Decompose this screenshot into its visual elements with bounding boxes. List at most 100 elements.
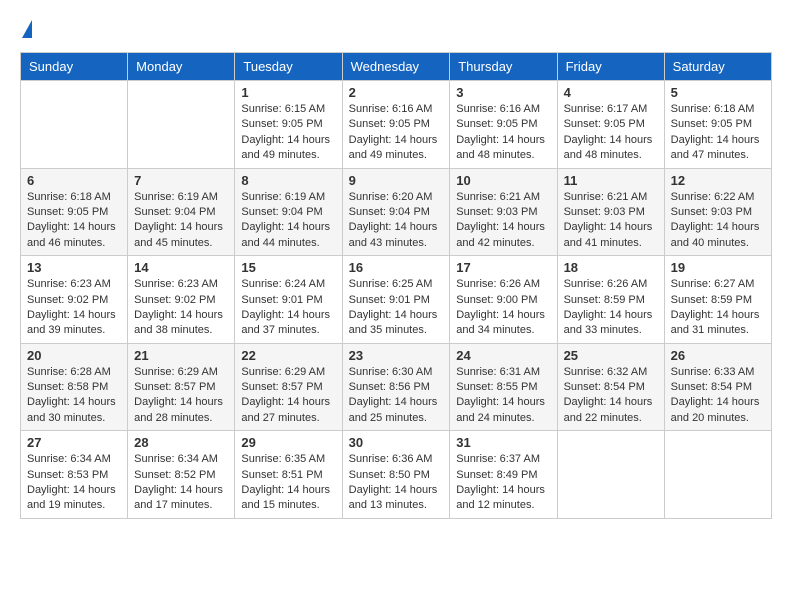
day-info: Sunrise: 6:34 AM Sunset: 8:53 PM Dayligh… — [27, 452, 121, 514]
header-friday: Friday — [557, 53, 664, 81]
calendar-cell: 20 Sunrise: 6:28 AM Sunset: 8:58 PM Dayli… — [21, 343, 128, 431]
day-info: Sunrise: 6:30 AM Sunset: 8:56 PM Dayligh… — [349, 365, 444, 427]
day-number: 19 — [671, 260, 765, 275]
week-row-4: 20 Sunrise: 6:28 AM Sunset: 8:58 PM Dayli… — [21, 343, 772, 431]
header-monday: Monday — [128, 53, 235, 81]
calendar-cell: 11 Sunrise: 6:21 AM Sunset: 9:03 PM Dayli… — [557, 168, 664, 256]
day-number: 30 — [349, 435, 444, 450]
day-number: 2 — [349, 85, 444, 100]
day-number: 3 — [456, 85, 550, 100]
day-number: 20 — [27, 348, 121, 363]
day-number: 24 — [456, 348, 550, 363]
header-row: SundayMondayTuesdayWednesdayThursdayFrid… — [21, 53, 772, 81]
day-info: Sunrise: 6:36 AM Sunset: 8:50 PM Dayligh… — [349, 452, 444, 514]
day-number: 5 — [671, 85, 765, 100]
logo — [20, 20, 32, 42]
day-info: Sunrise: 6:31 AM Sunset: 8:55 PM Dayligh… — [456, 365, 550, 427]
calendar-table: SundayMondayTuesdayWednesdayThursdayFrid… — [20, 52, 772, 519]
page-header — [20, 20, 772, 42]
calendar-cell: 8 Sunrise: 6:19 AM Sunset: 9:04 PM Daylig… — [235, 168, 342, 256]
calendar-cell: 10 Sunrise: 6:21 AM Sunset: 9:03 PM Dayli… — [450, 168, 557, 256]
day-info: Sunrise: 6:24 AM Sunset: 9:01 PM Dayligh… — [241, 277, 335, 339]
day-info: Sunrise: 6:18 AM Sunset: 9:05 PM Dayligh… — [671, 102, 765, 164]
day-number: 12 — [671, 173, 765, 188]
calendar-cell: 5 Sunrise: 6:18 AM Sunset: 9:05 PM Daylig… — [664, 81, 771, 169]
day-info: Sunrise: 6:29 AM Sunset: 8:57 PM Dayligh… — [241, 365, 335, 427]
day-info: Sunrise: 6:19 AM Sunset: 9:04 PM Dayligh… — [241, 190, 335, 252]
day-info: Sunrise: 6:23 AM Sunset: 9:02 PM Dayligh… — [134, 277, 228, 339]
day-number: 8 — [241, 173, 335, 188]
day-number: 22 — [241, 348, 335, 363]
calendar-cell: 1 Sunrise: 6:15 AM Sunset: 9:05 PM Daylig… — [235, 81, 342, 169]
header-sunday: Sunday — [21, 53, 128, 81]
calendar-cell: 25 Sunrise: 6:32 AM Sunset: 8:54 PM Dayli… — [557, 343, 664, 431]
calendar-cell: 7Sunrise: 6:19 AM Sunset: 9:04 PM Daylig… — [128, 168, 235, 256]
calendar-cell: 21Sunrise: 6:29 AM Sunset: 8:57 PM Dayli… — [128, 343, 235, 431]
calendar-cell: 17 Sunrise: 6:26 AM Sunset: 9:00 PM Dayli… — [450, 256, 557, 344]
day-number: 18 — [564, 260, 658, 275]
week-row-1: 1 Sunrise: 6:15 AM Sunset: 9:05 PM Daylig… — [21, 81, 772, 169]
day-number: 11 — [564, 173, 658, 188]
day-info: Sunrise: 6:18 AM Sunset: 9:05 PM Dayligh… — [27, 190, 121, 252]
calendar-cell: 31 Sunrise: 6:37 AM Sunset: 8:49 PM Dayli… — [450, 431, 557, 519]
day-info: Sunrise: 6:35 AM Sunset: 8:51 PM Dayligh… — [241, 452, 335, 514]
day-number: 4 — [564, 85, 658, 100]
calendar-cell: 27Sunrise: 6:34 AM Sunset: 8:53 PM Dayli… — [21, 431, 128, 519]
day-info: Sunrise: 6:27 AM Sunset: 8:59 PM Dayligh… — [671, 277, 765, 339]
day-info: Sunrise: 6:26 AM Sunset: 8:59 PM Dayligh… — [564, 277, 658, 339]
day-number: 1 — [241, 85, 335, 100]
day-info: Sunrise: 6:28 AM Sunset: 8:58 PM Dayligh… — [27, 365, 121, 427]
day-info: Sunrise: 6:26 AM Sunset: 9:00 PM Dayligh… — [456, 277, 550, 339]
logo-triangle-icon — [22, 20, 32, 38]
week-row-5: 27Sunrise: 6:34 AM Sunset: 8:53 PM Dayli… — [21, 431, 772, 519]
calendar-cell: 19 Sunrise: 6:27 AM Sunset: 8:59 PM Dayli… — [664, 256, 771, 344]
day-info: Sunrise: 6:21 AM Sunset: 9:03 PM Dayligh… — [456, 190, 550, 252]
day-number: 29 — [241, 435, 335, 450]
calendar-cell: 13 Sunrise: 6:23 AM Sunset: 9:02 PM Dayli… — [21, 256, 128, 344]
header-wednesday: Wednesday — [342, 53, 450, 81]
day-info: Sunrise: 6:22 AM Sunset: 9:03 PM Dayligh… — [671, 190, 765, 252]
day-number: 23 — [349, 348, 444, 363]
calendar-cell: 9 Sunrise: 6:20 AM Sunset: 9:04 PM Daylig… — [342, 168, 450, 256]
calendar-cell: 28Sunrise: 6:34 AM Sunset: 8:52 PM Dayli… — [128, 431, 235, 519]
calendar-cell: 26Sunrise: 6:33 AM Sunset: 8:54 PM Dayli… — [664, 343, 771, 431]
day-info: Sunrise: 6:15 AM Sunset: 9:05 PM Dayligh… — [241, 102, 335, 164]
day-number: 7 — [134, 173, 228, 188]
day-number: 10 — [456, 173, 550, 188]
calendar-cell — [664, 431, 771, 519]
header-thursday: Thursday — [450, 53, 557, 81]
day-number: 15 — [241, 260, 335, 275]
calendar-cell: 24 Sunrise: 6:31 AM Sunset: 8:55 PM Dayli… — [450, 343, 557, 431]
day-number: 16 — [349, 260, 444, 275]
calendar-cell: 15 Sunrise: 6:24 AM Sunset: 9:01 PM Dayli… — [235, 256, 342, 344]
calendar-cell — [128, 81, 235, 169]
day-number: 17 — [456, 260, 550, 275]
day-info: Sunrise: 6:23 AM Sunset: 9:02 PM Dayligh… — [27, 277, 121, 339]
calendar-cell: 2Sunrise: 6:16 AM Sunset: 9:05 PM Daylig… — [342, 81, 450, 169]
header-tuesday: Tuesday — [235, 53, 342, 81]
day-info: Sunrise: 6:16 AM Sunset: 9:05 PM Dayligh… — [456, 102, 550, 164]
day-info: Sunrise: 6:29 AM Sunset: 8:57 PM Dayligh… — [134, 365, 228, 427]
day-number: 28 — [134, 435, 228, 450]
day-number: 25 — [564, 348, 658, 363]
calendar-cell: 14 Sunrise: 6:23 AM Sunset: 9:02 PM Dayli… — [128, 256, 235, 344]
day-info: Sunrise: 6:33 AM Sunset: 8:54 PM Dayligh… — [671, 365, 765, 427]
calendar-cell: 18 Sunrise: 6:26 AM Sunset: 8:59 PM Dayli… — [557, 256, 664, 344]
calendar-cell: 22 Sunrise: 6:29 AM Sunset: 8:57 PM Dayli… — [235, 343, 342, 431]
calendar-cell: 16 Sunrise: 6:25 AM Sunset: 9:01 PM Dayli… — [342, 256, 450, 344]
day-number: 9 — [349, 173, 444, 188]
day-number: 14 — [134, 260, 228, 275]
day-info: Sunrise: 6:37 AM Sunset: 8:49 PM Dayligh… — [456, 452, 550, 514]
week-row-3: 13 Sunrise: 6:23 AM Sunset: 9:02 PM Dayli… — [21, 256, 772, 344]
day-info: Sunrise: 6:32 AM Sunset: 8:54 PM Dayligh… — [564, 365, 658, 427]
day-info: Sunrise: 6:25 AM Sunset: 9:01 PM Dayligh… — [349, 277, 444, 339]
day-number: 31 — [456, 435, 550, 450]
calendar-cell: 4Sunrise: 6:17 AM Sunset: 9:05 PM Daylig… — [557, 81, 664, 169]
day-info: Sunrise: 6:21 AM Sunset: 9:03 PM Dayligh… — [564, 190, 658, 252]
calendar-cell: 29 Sunrise: 6:35 AM Sunset: 8:51 PM Dayli… — [235, 431, 342, 519]
day-info: Sunrise: 6:20 AM Sunset: 9:04 PM Dayligh… — [349, 190, 444, 252]
day-number: 13 — [27, 260, 121, 275]
calendar-cell: 23 Sunrise: 6:30 AM Sunset: 8:56 PM Dayli… — [342, 343, 450, 431]
calendar-cell — [557, 431, 664, 519]
header-saturday: Saturday — [664, 53, 771, 81]
